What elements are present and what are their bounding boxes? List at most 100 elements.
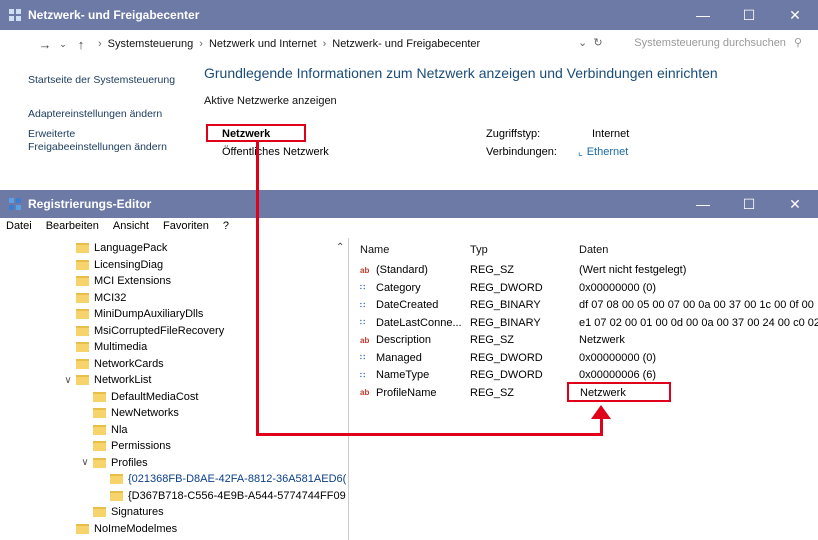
string-value-icon: ab xyxy=(360,335,370,345)
menu-item[interactable]: Datei xyxy=(6,220,32,232)
folder-icon xyxy=(93,507,106,517)
column-header-name[interactable]: Name xyxy=(360,244,389,256)
network-type-link[interactable]: Öffentliches Netzwerk xyxy=(222,146,329,158)
value-row[interactable]: ∷ NameType xyxy=(360,367,429,383)
title-bar: Netzwerk- und Freigabecenter — ☐ ✕ xyxy=(0,0,818,30)
value-type: REG_BINARY xyxy=(470,316,541,329)
folder-icon xyxy=(110,490,123,501)
recent-dropdown-icon[interactable]: ⌄ xyxy=(56,39,70,50)
connections-label: Verbindungen: xyxy=(486,146,557,158)
scroll-up-icon[interactable]: ⌃ xyxy=(336,242,344,253)
tree-node-label: NetworkCards xyxy=(94,357,164,370)
tree-node[interactable]: ∨ NetworkList xyxy=(62,372,151,388)
registry-editor-icon xyxy=(9,198,21,210)
binary-value-icon: ∷ xyxy=(360,318,366,327)
folder-icon xyxy=(76,342,89,352)
breadcrumb-systemsteuerung[interactable]: Systemsteuerung xyxy=(108,38,194,50)
up-arrow-icon[interactable]: ↑ xyxy=(70,37,92,52)
value-data: df 07 08 00 05 00 07 00 0a 00 37 00 1c 0… xyxy=(579,299,814,311)
close-button[interactable]: ✕ xyxy=(772,7,818,24)
tree-node[interactable]: DefaultMediaCost xyxy=(79,389,198,405)
value-row[interactable]: ab ProfileName xyxy=(360,385,437,401)
value-row[interactable]: ∷ Managed xyxy=(360,350,422,366)
tree-node[interactable]: NewNetworks xyxy=(79,405,179,421)
folder-icon xyxy=(93,391,106,402)
tree-node[interactable]: LicensingDiag xyxy=(62,257,163,273)
breadcrumb-freigabecenter[interactable]: Netzwerk- und Freigabecenter xyxy=(332,38,480,50)
network-center-icon xyxy=(9,9,21,21)
value-data: e1 07 02 00 01 00 0d 00 0a 00 37 00 24 0… xyxy=(579,316,818,329)
tree-node[interactable]: ∨ Profiles xyxy=(79,455,148,471)
folder-icon xyxy=(76,358,89,369)
binary-value-icon: ∷ xyxy=(360,300,366,310)
connections-value[interactable]: ⌞ Ethernet xyxy=(578,146,628,158)
tree-node[interactable]: MiniDumpAuxiliaryDlls xyxy=(62,306,203,322)
string-value-icon: ab xyxy=(360,265,370,275)
close-button[interactable]: ✕ xyxy=(772,196,818,213)
ethernet-link[interactable]: Ethernet xyxy=(587,146,629,158)
tree-node[interactable]: NoImeModelmes xyxy=(62,521,177,537)
address-dropdown-icon[interactable]: ⌄ ↻ xyxy=(578,36,603,49)
folder-icon xyxy=(76,309,89,319)
tree-node[interactable]: {021368FB-D8AE-42FA-8812-36A581AED6( xyxy=(96,471,346,487)
menu-item[interactable]: Bearbeiten xyxy=(46,220,99,232)
tree-node[interactable]: MsiCorruptedFileRecovery xyxy=(62,323,224,339)
value-name: Managed xyxy=(376,351,422,364)
value-name: Category xyxy=(376,281,421,294)
value-data: 0x00000006 (6) xyxy=(579,369,657,381)
tree-node[interactable]: {D367B718-C556-4E9B-A544-5774744FF09 xyxy=(96,488,346,504)
value-row[interactable]: ∷ Category xyxy=(360,280,421,296)
value-row[interactable]: ab Description xyxy=(360,332,431,348)
maximize-button[interactable]: ☐ xyxy=(726,196,772,213)
tree-node[interactable]: NetworkCards xyxy=(62,356,164,372)
value-type: REG_BINARY xyxy=(470,299,541,311)
value-type: REG_SZ xyxy=(470,334,515,346)
search-icon: ⚲ xyxy=(793,37,802,49)
annotation-line-vertical xyxy=(256,142,259,436)
maximize-button[interactable]: ☐ xyxy=(726,7,772,24)
menu-item[interactable]: Favoriten xyxy=(163,220,209,232)
tree-node-label: MsiCorruptedFileRecovery xyxy=(94,324,225,337)
binary-value-icon: ∷ xyxy=(360,370,366,380)
window-title: Registrierungs-Editor xyxy=(28,197,152,211)
tree-node-label: DefaultMediaCost xyxy=(111,390,199,403)
folder-icon xyxy=(76,375,89,385)
menu-bar: Datei Bearbeiten Ansicht Favoriten? xyxy=(0,218,818,234)
back-arrow-icon[interactable]: → xyxy=(34,37,56,52)
folder-icon xyxy=(93,408,106,418)
column-header-type[interactable]: Typ xyxy=(470,244,488,256)
search-input[interactable]: Systemsteuerung durchsuchen xyxy=(634,37,786,49)
tree-node-label: Profiles xyxy=(111,456,148,469)
minimize-button[interactable]: — xyxy=(680,196,726,212)
value-type: REG_DWORD xyxy=(470,281,543,294)
tree-node[interactable]: Multimedia xyxy=(62,339,147,355)
menu-item[interactable]: Ansicht xyxy=(113,220,149,232)
tree-node[interactable]: LanguagePack xyxy=(62,240,167,256)
registry-tree[interactable]: LanguagePack LicensingDiag MCI Extensions M… xyxy=(0,238,349,540)
value-name: DateLastConne... xyxy=(376,316,462,329)
tree-node[interactable]: MCI32 xyxy=(62,290,126,306)
tree-node[interactable]: Signatures xyxy=(79,504,164,520)
tree-node[interactable]: Permissions xyxy=(79,438,171,454)
value-row[interactable]: ∷ DateCreated xyxy=(360,297,438,313)
sidebar-link-adapter[interactable]: Adaptereinstellungen ändern xyxy=(28,108,162,121)
chevron-down-icon[interactable]: ∨ xyxy=(62,375,74,386)
tree-node-label: NewNetworks xyxy=(111,407,179,419)
value-name: DateCreated xyxy=(376,299,439,311)
folder-icon xyxy=(93,424,106,435)
minimize-button[interactable]: — xyxy=(680,7,726,23)
window-title: Netzwerk- und Freigabecenter xyxy=(28,8,200,22)
sidebar-link-home[interactable]: Startseite der Systemsteuerung xyxy=(28,74,175,87)
breadcrumb-netzwerk-internet[interactable]: Netzwerk und Internet xyxy=(209,38,317,50)
sidebar-link-advanced-sharing[interactable]: Erweiterte Freigabeeinstellungen ändern xyxy=(28,128,178,154)
tree-node[interactable]: MCI Extensions xyxy=(62,273,171,289)
menu-item[interactable]: ? xyxy=(223,220,229,232)
search-box[interactable]: Systemsteuerung durchsuchen ⚲ xyxy=(634,36,802,50)
column-header-data[interactable]: Daten xyxy=(579,244,608,256)
tree-node[interactable]: Nla xyxy=(79,422,128,438)
value-row[interactable]: ∷ DateLastConne... xyxy=(360,315,462,331)
highlight-box-network xyxy=(206,124,306,142)
value-row[interactable]: ab (Standard) xyxy=(360,262,428,278)
string-value-icon: ab xyxy=(360,388,370,397)
chevron-down-icon[interactable]: ∨ xyxy=(79,457,91,468)
